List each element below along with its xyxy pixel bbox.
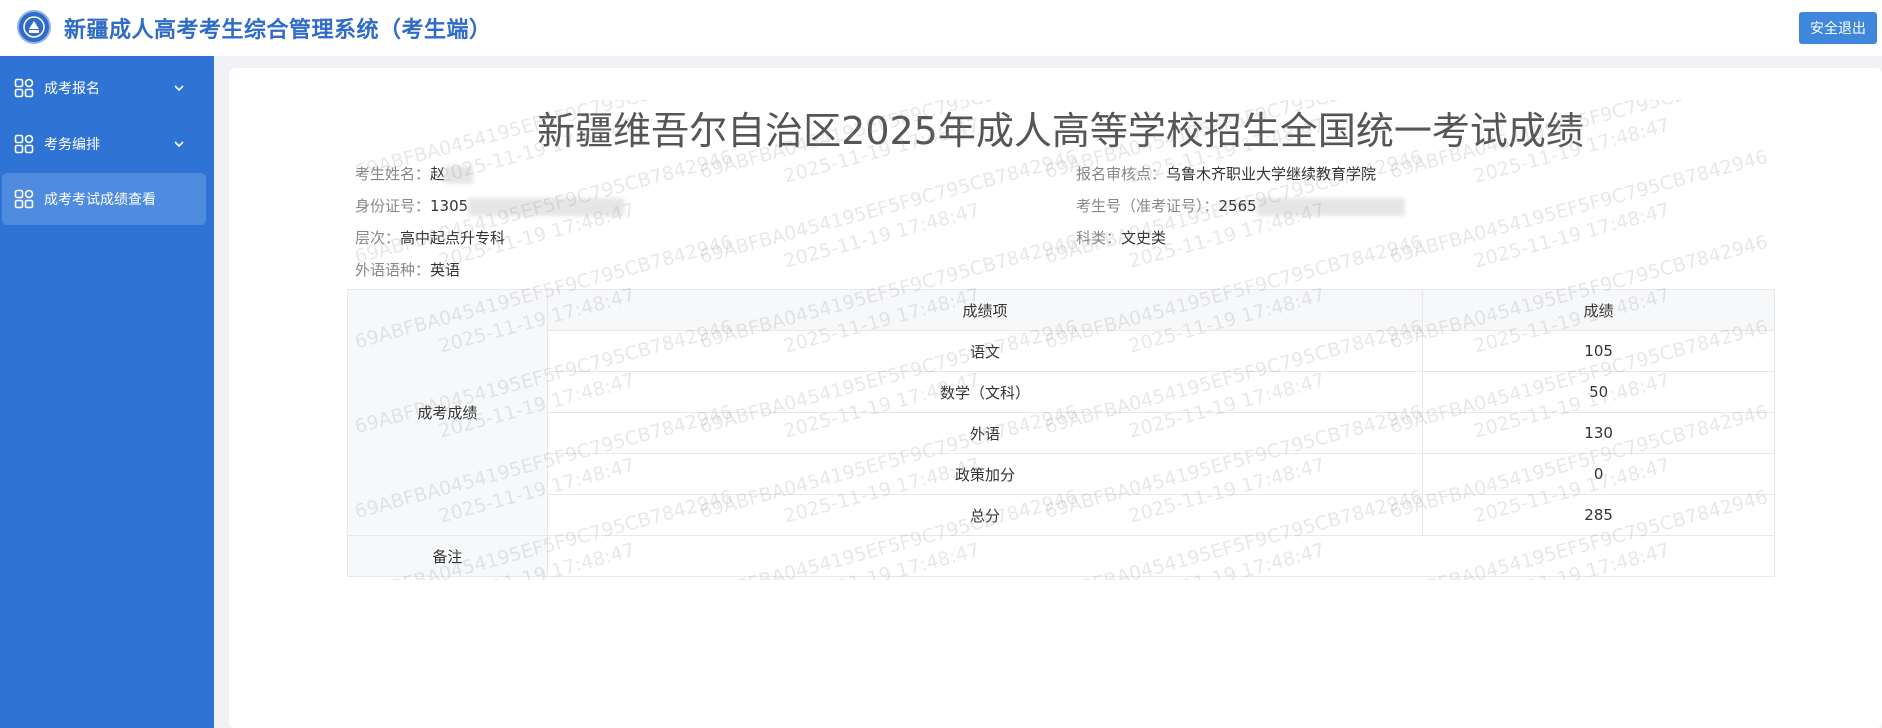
field-label: 身份证号： — [355, 197, 431, 215]
remark-value — [546, 535, 1776, 577]
page-title: 新疆维吾尔自治区2025年成人高等学校招生全国统一考试成绩 — [537, 109, 1584, 153]
logo-emblem-icon — [17, 10, 51, 44]
table-row: 外语 130 — [348, 412, 1775, 454]
score-item: 外语 — [546, 412, 1424, 454]
chevron-down-icon — [174, 141, 184, 148]
score-item: 语文 — [546, 330, 1424, 372]
field-label: 层次： — [355, 229, 401, 247]
top-header: 新疆成人高考考生综合管理系统（考生端） 安全退出 — [0, 0, 1882, 56]
score-value: 0 — [1422, 453, 1775, 495]
exam-number: 考生号（准考证号）：2565 — [1076, 195, 1405, 216]
field-value: 高中起点升专科 — [400, 229, 506, 247]
redaction — [1256, 197, 1405, 216]
score-table: 成考成绩 成绩项 成绩 语文 105 数学（文科） 50 外语 130 政策加分… — [347, 289, 1776, 577]
sidebar: 成考报名 考务编排 成考考试成绩查看 — [0, 56, 214, 728]
score-item: 数学（文科） — [546, 371, 1424, 413]
grid-icon — [14, 78, 34, 98]
score-value: 105 — [1422, 330, 1775, 372]
redaction — [445, 165, 474, 184]
remark-label: 备注 — [347, 535, 548, 577]
column-header-score: 成绩 — [1422, 289, 1775, 331]
field-value: 2565 — [1218, 197, 1257, 215]
student-id-number: 身份证号：1305 — [355, 195, 625, 216]
column-header-item: 成绩项 — [546, 289, 1424, 331]
sidebar-item-label: 考务编排 — [44, 137, 100, 153]
student-name: 考生姓名：赵 — [355, 163, 474, 184]
field-label: 科类： — [1076, 229, 1122, 247]
subject-category: 科类：文史类 — [1076, 227, 1166, 248]
table-row: 语文 105 — [348, 330, 1775, 372]
score-value: 285 — [1422, 494, 1775, 536]
table-header-row: 成考成绩 成绩项 成绩 — [347, 289, 1775, 536]
sidebar-item-registration[interactable]: 成考报名 — [0, 62, 214, 114]
app-title: 新疆成人高考考生综合管理系统（考生端） — [64, 18, 492, 43]
sidebar-item-exam-arrangement[interactable]: 考务编排 — [0, 118, 214, 170]
table-row: 数学（文科） 50 — [348, 371, 1775, 413]
field-value: 赵 — [430, 165, 446, 183]
score-item: 总分 — [546, 494, 1424, 536]
table-row: 政策加分 0 — [348, 453, 1775, 495]
score-value: 130 — [1422, 412, 1775, 454]
sidebar-item-score-view[interactable]: 成考考试成绩查看 — [2, 173, 206, 225]
score-section-label: 成考成绩 — [347, 289, 548, 536]
sidebar-item-label: 成考考试成绩查看 — [44, 192, 156, 208]
field-label: 外语语种： — [355, 261, 431, 279]
grid-icon — [14, 134, 34, 154]
logout-button[interactable]: 安全退出 — [1799, 12, 1877, 44]
field-label: 报名审核点： — [1076, 165, 1167, 183]
field-label: 考生姓名： — [355, 165, 431, 183]
chevron-down-icon — [174, 85, 184, 92]
sidebar-item-label: 成考报名 — [44, 81, 100, 97]
score-value: 50 — [1422, 371, 1775, 413]
registration-site: 报名审核点：乌鲁木齐职业大学继续教育学院 — [1076, 163, 1376, 184]
table-row: 总分 285 — [348, 494, 1775, 536]
field-value: 1305 — [430, 197, 469, 215]
student-level: 层次：高中起点升专科 — [355, 227, 505, 248]
field-value: 英语 — [430, 261, 461, 279]
score-item: 政策加分 — [546, 453, 1424, 495]
remark-row: 备注 — [347, 535, 1776, 577]
grid-icon — [14, 189, 34, 209]
redaction — [468, 197, 625, 216]
field-label: 考生号（准考证号）： — [1076, 197, 1219, 215]
field-value: 乌鲁木齐职业大学继续教育学院 — [1166, 165, 1377, 183]
student-foreign-language: 外语语种：英语 — [355, 259, 460, 280]
field-value: 文史类 — [1121, 229, 1167, 247]
